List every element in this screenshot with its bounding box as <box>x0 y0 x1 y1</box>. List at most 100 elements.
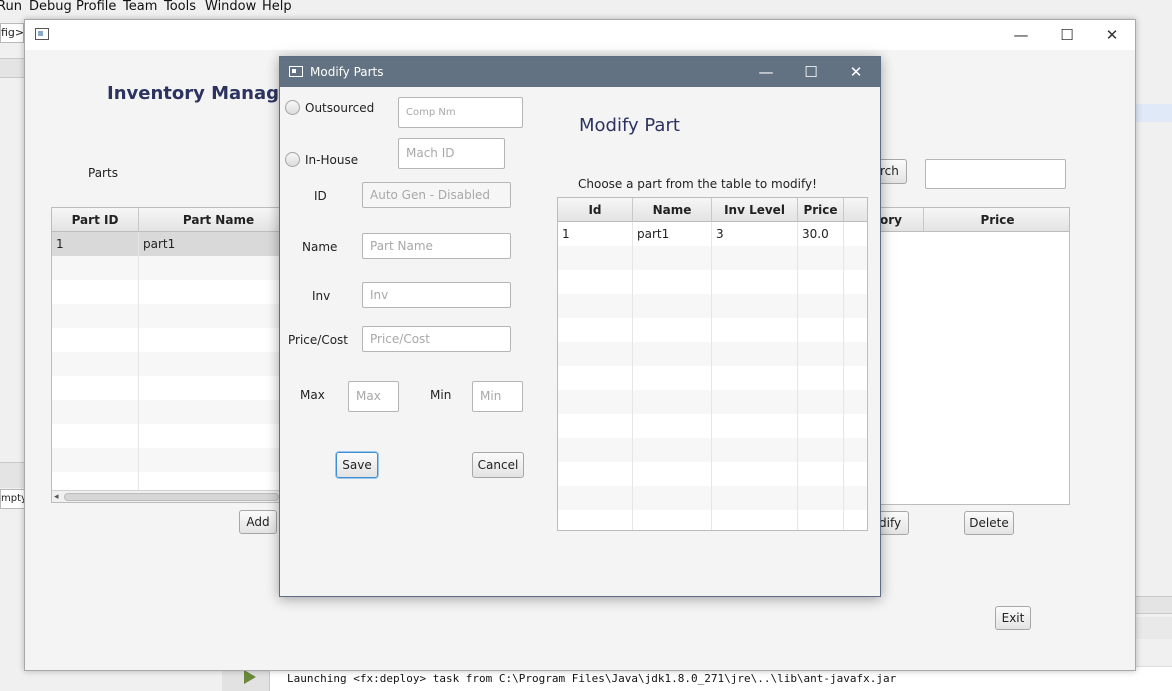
cell-price: 30.0 <box>798 222 844 246</box>
column-header-inventory[interactable]: ory <box>876 208 924 232</box>
inventory-field[interactable]: Inv <box>362 282 511 308</box>
table-row[interactable] <box>558 486 867 510</box>
horizontal-scrollbar[interactable]: ◂ <box>52 490 282 502</box>
table-row[interactable] <box>558 294 867 318</box>
add-part-button[interactable]: Add <box>239 510 277 534</box>
table-row[interactable] <box>52 304 282 328</box>
column-header-id[interactable]: Id <box>558 198 633 222</box>
id-field: Auto Gen - Disabled <box>362 182 511 208</box>
price-cost-label: Price/Cost <box>288 333 348 347</box>
parts-table-body: 1 part1 <box>52 232 282 496</box>
dialog-title: Modify Parts <box>310 65 384 79</box>
dialog-maximize-icon[interactable]: ☐ <box>788 57 834 87</box>
inventory-label: Inv <box>312 289 331 303</box>
modify-part-table[interactable]: Id Name Inv Level Price 1 part1 3 30.0 <box>557 197 868 531</box>
menu-profile[interactable]: Profile <box>76 0 116 14</box>
column-header-part-name[interactable]: Part Name <box>139 208 282 232</box>
column-header-name[interactable]: Name <box>633 198 712 222</box>
ide-panel-strip-right <box>1136 596 1172 614</box>
run-icon[interactable] <box>244 670 256 684</box>
dialog-instructions: Choose a part from the table to modify! <box>578 177 817 191</box>
menu-help[interactable]: Help <box>262 0 292 14</box>
table-row[interactable] <box>558 246 867 270</box>
table-row[interactable] <box>52 424 282 448</box>
table-row[interactable] <box>558 438 867 462</box>
in-house-radio[interactable] <box>285 152 300 167</box>
delete-product-button[interactable]: Delete <box>964 511 1014 535</box>
table-row[interactable] <box>558 270 867 294</box>
ide-selected-row <box>1136 104 1172 122</box>
modify-parts-dialog: Modify Parts — ☐ ✕ Outsourced Comp Nm In… <box>279 56 881 597</box>
column-header-inv-level[interactable]: Inv Level <box>712 198 798 222</box>
save-button[interactable]: Save <box>336 452 378 478</box>
table-row[interactable] <box>52 328 282 352</box>
cell-name: part1 <box>633 222 712 246</box>
cancel-button[interactable]: Cancel <box>472 452 524 478</box>
table-row[interactable] <box>558 390 867 414</box>
dialog-minimize-icon[interactable]: — <box>743 57 789 87</box>
dialog-app-icon <box>289 66 303 77</box>
ide-panel-strip-right-2 <box>1136 617 1172 639</box>
max-field[interactable]: Max <box>348 381 399 412</box>
company-name-field[interactable]: Comp Nm <box>398 97 523 128</box>
table-row[interactable] <box>52 256 282 280</box>
machine-id-field[interactable]: Mach ID <box>398 138 505 169</box>
table-row[interactable] <box>558 318 867 342</box>
close-icon[interactable]: ✕ <box>1089 20 1135 50</box>
main-titlebar: — ☐ ✕ <box>25 20 1135 50</box>
outsourced-label: Outsourced <box>305 101 375 115</box>
product-search-input[interactable] <box>925 159 1066 189</box>
dialog-close-icon[interactable]: ✕ <box>833 57 879 87</box>
menu-window[interactable]: Window <box>205 0 256 14</box>
minimize-icon[interactable]: — <box>998 20 1044 50</box>
console-output-text: Launching <fx:deploy> task from C:\Progr… <box>287 672 897 685</box>
part-name-field[interactable]: Part Name <box>362 233 511 259</box>
menu-tools[interactable]: Tools <box>164 0 196 14</box>
parts-table[interactable]: Part ID Part Name 1 part1 ◂ <box>51 207 283 503</box>
id-label: ID <box>314 189 327 203</box>
scrollbar-thumb[interactable] <box>64 493 279 501</box>
min-field[interactable]: Min <box>472 381 523 412</box>
cell-part-id: 1 <box>52 232 139 256</box>
table-row[interactable] <box>558 462 867 486</box>
app-icon <box>35 28 49 40</box>
cell-part-name: part1 <box>139 232 282 256</box>
table-row[interactable] <box>558 510 867 530</box>
menu-run[interactable]: Run <box>0 0 22 14</box>
products-table[interactable]: ory Price <box>875 207 1070 505</box>
dialog-titlebar: Modify Parts — ☐ ✕ <box>280 57 880 87</box>
table-row[interactable] <box>558 342 867 366</box>
cell-id: 1 <box>558 222 633 246</box>
table-row[interactable]: 1 part1 3 30.0 <box>558 222 867 246</box>
parts-section-label: Parts <box>88 166 118 180</box>
column-header-part-id[interactable]: Part ID <box>52 208 139 232</box>
modify-table-body: 1 part1 3 30.0 <box>558 222 867 530</box>
ide-menubar: Run Debug Profile Team Tools Window Help <box>0 0 1172 14</box>
table-row[interactable] <box>52 352 282 376</box>
exit-button[interactable]: Exit <box>995 606 1031 630</box>
ide-breadcrumb[interactable]: fig> <box>0 23 24 43</box>
maximize-icon[interactable]: ☐ <box>1044 20 1090 50</box>
price-cost-field[interactable]: Price/Cost <box>362 326 511 352</box>
min-label: Min <box>430 388 452 402</box>
table-row[interactable] <box>52 280 282 304</box>
table-row[interactable]: 1 part1 <box>52 232 282 256</box>
cell-inv-level: 3 <box>712 222 798 246</box>
column-header-price[interactable]: Price <box>924 208 1069 232</box>
ide-toolbar-strip <box>0 58 26 78</box>
table-row[interactable] <box>558 414 867 438</box>
menu-team[interactable]: Team <box>123 0 157 14</box>
table-row[interactable] <box>52 376 282 400</box>
ide-empty-label: mpty <box>0 489 26 509</box>
name-label: Name <box>302 240 338 254</box>
ide-panel-strip <box>0 462 26 488</box>
scroll-left-icon[interactable]: ◂ <box>54 492 59 502</box>
menu-debug[interactable]: Debug <box>29 0 72 14</box>
table-row[interactable] <box>558 366 867 390</box>
table-row[interactable] <box>52 448 282 472</box>
column-header-price[interactable]: Price <box>798 198 844 222</box>
table-row[interactable] <box>52 400 282 424</box>
in-house-label: In-House <box>305 153 359 167</box>
outsourced-radio[interactable] <box>285 100 300 115</box>
column-header-filler <box>844 198 867 222</box>
